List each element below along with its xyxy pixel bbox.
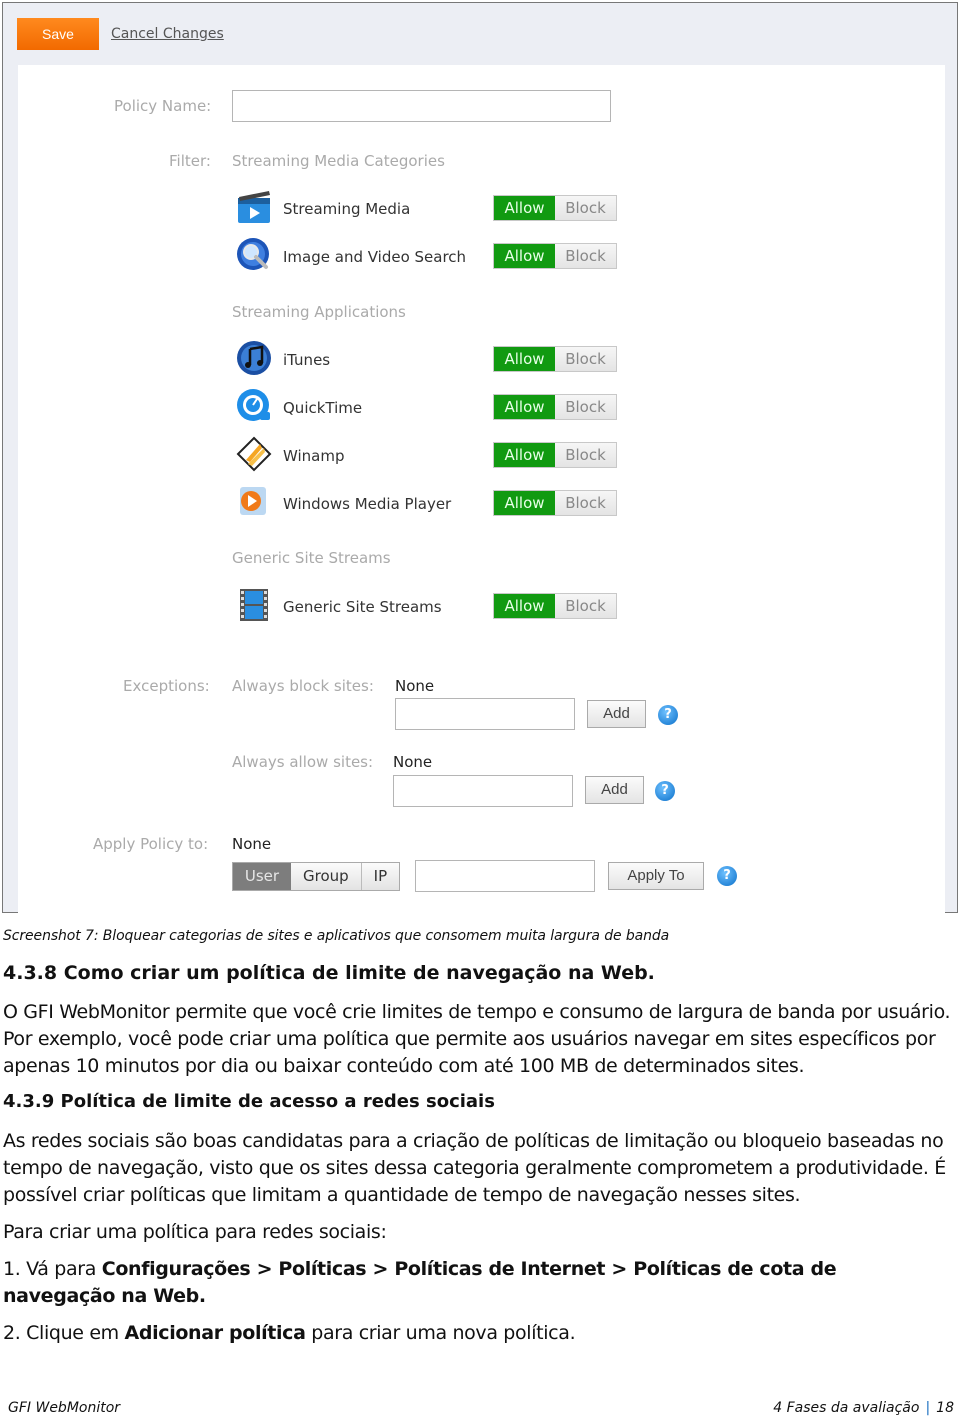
filter-label: Filter: [169, 152, 211, 170]
allow-block-toggle[interactable]: Allow Block [493, 243, 617, 269]
always-allow-sites-value: None [393, 753, 433, 771]
filter-item-label: Winamp [283, 447, 345, 465]
filter-item-label: Image and Video Search [283, 248, 467, 266]
always-allow-sites-label: Always allow sites: [232, 753, 374, 771]
step-2: 2. Clique em Adicionar política para cri… [3, 1320, 958, 1347]
allow-block-toggle[interactable]: Allow Block [493, 442, 617, 468]
itunes-icon [237, 341, 271, 375]
footer-page-info: 4 Fases da avaliação | 18 [773, 1400, 954, 1416]
apply-policy-value: None [232, 835, 272, 853]
section-heading-4-3-9: 4.3.9 Política de limite de acesso a red… [3, 1091, 495, 1112]
allow-option[interactable]: Allow [494, 244, 555, 268]
add-allow-site-button[interactable]: Add [585, 776, 644, 804]
step-2-prefix: 2. Clique em [3, 1322, 125, 1344]
footer-product: GFI WebMonitor [8, 1400, 121, 1416]
steps-intro: Para criar uma política para redes socia… [3, 1221, 387, 1243]
block-option[interactable]: Block [555, 196, 616, 220]
allow-block-toggle[interactable]: Allow Block [493, 394, 617, 420]
group-title-streaming-media-categories: Streaming Media Categories [232, 152, 445, 170]
allow-option[interactable]: Allow [494, 491, 555, 515]
segment-group[interactable]: Group [291, 863, 361, 890]
add-block-site-button[interactable]: Add [587, 700, 646, 728]
windows-media-player-icon [240, 487, 266, 515]
film-strip-icon [240, 589, 268, 621]
step-1: 1. Vá para Configurações > Políticas > P… [3, 1256, 933, 1310]
image-video-search-icon [237, 238, 269, 270]
always-block-sites-input[interactable] [395, 698, 575, 730]
streaming-media-icon [238, 191, 270, 223]
allow-block-toggle[interactable]: Allow Block [493, 346, 617, 372]
filter-item-label: Generic Site Streams [283, 598, 442, 616]
allow-block-toggle[interactable]: Allow Block [493, 593, 617, 619]
allow-block-toggle[interactable]: Allow Block [493, 490, 617, 516]
step-1-prefix: 1. Vá para [3, 1258, 102, 1280]
allow-option[interactable]: Allow [494, 395, 555, 419]
block-option[interactable]: Block [555, 594, 616, 618]
allow-option[interactable]: Allow [494, 443, 555, 467]
step-1-menu-path: Configurações > Políticas > Políticas de… [3, 1258, 837, 1307]
always-allow-sites-input[interactable] [393, 775, 573, 807]
step-2-suffix: para criar uma nova política. [305, 1322, 576, 1344]
filter-item-label: Streaming Media [283, 200, 411, 218]
allow-option[interactable]: Allow [494, 594, 555, 618]
apply-target-input[interactable] [415, 860, 595, 892]
figure-caption: Screenshot 7: Bloquear categorias de sit… [3, 928, 670, 944]
footer-page-number: 18 [936, 1400, 954, 1416]
footer-chapter: 4 Fases da avaliação [773, 1400, 920, 1416]
allow-option[interactable]: Allow [494, 347, 555, 371]
section-4-3-9-paragraph: As redes sociais são boas candidatas par… [3, 1130, 946, 1206]
group-title-generic-site-streams: Generic Site Streams [232, 549, 391, 567]
apply-to-button[interactable]: Apply To [608, 862, 704, 890]
policy-name-label: Policy Name: [114, 97, 212, 115]
apply-policy-label: Apply Policy to: [93, 835, 209, 853]
segment-user[interactable]: User [233, 863, 291, 890]
always-block-sites-value: None [395, 677, 435, 695]
filter-item-label: iTunes [283, 351, 331, 369]
block-option[interactable]: Block [555, 347, 616, 371]
group-title-streaming-applications: Streaming Applications [232, 303, 406, 321]
segment-ip[interactable]: IP [360, 863, 400, 890]
block-option[interactable]: Block [555, 244, 616, 268]
help-icon[interactable]: ? [717, 866, 737, 886]
filter-item-label: QuickTime [283, 399, 363, 417]
footer-separator: | [925, 1400, 931, 1416]
quicktime-icon [237, 389, 270, 421]
allow-option[interactable]: Allow [494, 196, 555, 220]
always-block-sites-label: Always block sites: [232, 677, 374, 695]
block-option[interactable]: Block [555, 443, 616, 467]
help-icon[interactable]: ? [658, 705, 678, 725]
section-heading-4-3-8: 4.3.8 Como criar um política de limite d… [3, 962, 655, 984]
filter-item-label: Windows Media Player [283, 495, 452, 513]
policy-name-input[interactable] [232, 90, 611, 122]
save-button[interactable]: Save [17, 18, 99, 50]
exceptions-label: Exceptions: [123, 677, 210, 695]
allow-block-toggle[interactable]: Allow Block [493, 195, 617, 221]
section-4-3-8-paragraph: O GFI WebMonitor permite que você crie l… [3, 1001, 951, 1077]
winamp-icon [236, 436, 272, 472]
help-icon[interactable]: ? [655, 781, 675, 801]
block-option[interactable]: Block [555, 395, 616, 419]
target-type-selector[interactable]: User Group IP [232, 862, 401, 891]
step-2-action: Adicionar política [124, 1322, 306, 1344]
block-option[interactable]: Block [555, 491, 616, 515]
cancel-changes-link[interactable]: Cancel Changes [111, 26, 224, 42]
